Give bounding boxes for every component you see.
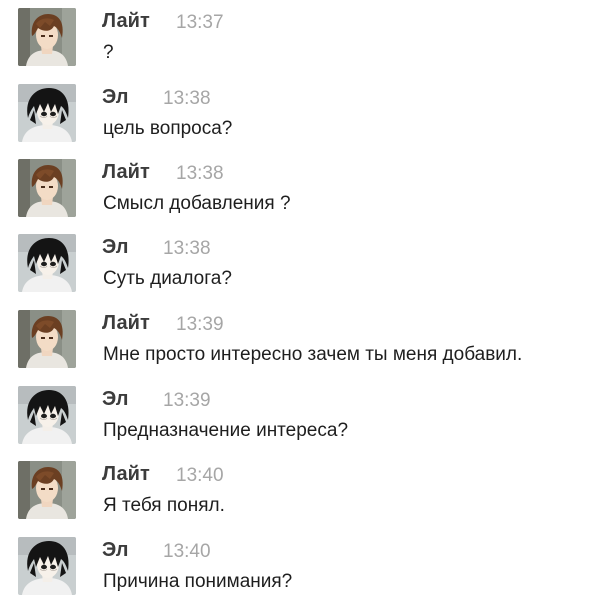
message-item: Лайт 13:37 ? (18, 8, 588, 72)
message-text: Причина понимания? (103, 571, 293, 592)
message-time: 13:38 (163, 238, 211, 259)
message-author[interactable]: Эл (102, 236, 128, 259)
light-avatar-icon[interactable] (18, 310, 76, 368)
light-avatar-icon[interactable] (18, 8, 76, 66)
message-author[interactable]: Эл (102, 86, 128, 109)
message-author[interactable]: Лайт (102, 312, 150, 335)
message-time: 13:39 (163, 390, 211, 411)
message-text: Суть диалога? (103, 268, 232, 289)
message-text: ? (103, 42, 114, 63)
message-time: 13:38 (176, 163, 224, 184)
l-avatar-icon[interactable] (18, 84, 76, 142)
chat-history: Лайт 13:37 ? Эл 13:38 цель вопроса? Лайт… (0, 0, 598, 604)
message-text: Предназначение интереса? (103, 420, 349, 441)
message-time: 13:40 (176, 465, 224, 486)
l-avatar-icon[interactable] (18, 537, 76, 595)
light-avatar-icon[interactable] (18, 461, 76, 519)
l-avatar-icon[interactable] (18, 234, 76, 292)
message-author[interactable]: Эл (102, 388, 128, 411)
message-text: Смысл добавления ? (103, 193, 291, 214)
message-author[interactable]: Эл (102, 539, 128, 562)
message-text: цель вопроса? (103, 118, 233, 139)
l-avatar-icon[interactable] (18, 386, 76, 444)
message-text: Я тебя понял. (103, 495, 225, 516)
message-time: 13:39 (176, 314, 224, 335)
message-item: Эл 13:39 Предназначение интереса? (18, 386, 588, 450)
message-item: Лайт 13:38 Смысл добавления ? (18, 159, 588, 223)
message-item: Эл 13:38 цель вопроса? (18, 84, 588, 148)
message-author[interactable]: Лайт (102, 463, 150, 486)
message-item: Эл 13:38 Суть диалога? (18, 234, 588, 298)
message-time: 13:37 (176, 12, 224, 33)
message-item: Эл 13:40 Причина понимания? (18, 537, 588, 601)
message-item: Лайт 13:39 Мне просто интересно зачем ты… (18, 310, 588, 374)
message-time: 13:40 (163, 541, 211, 562)
message-author[interactable]: Лайт (102, 10, 150, 33)
message-author[interactable]: Лайт (102, 161, 150, 184)
message-time: 13:38 (163, 88, 211, 109)
light-avatar-icon[interactable] (18, 159, 76, 217)
message-item: Лайт 13:40 Я тебя понял. (18, 461, 588, 525)
message-text: Мне просто интересно зачем ты меня добав… (103, 344, 523, 365)
